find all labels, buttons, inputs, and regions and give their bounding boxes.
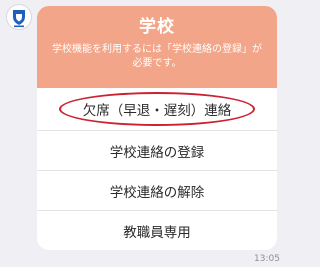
absence-contact-button[interactable]: 欠席（早退・遅刻）連絡	[37, 88, 277, 130]
message-card: 学校 学校機能を利用するには「学校連絡の登録」が必要です。 欠席（早退・遅刻）連…	[37, 6, 277, 250]
highlight-ellipse	[59, 92, 255, 126]
card-header: 学校 学校機能を利用するには「学校連絡の登録」が必要です。	[37, 6, 277, 88]
city-emblem-icon	[13, 10, 25, 28]
register-school-contact-label: 学校連絡の登録	[109, 144, 205, 161]
register-school-contact-button[interactable]: 学校連絡の登録	[37, 130, 277, 170]
cancel-school-contact-label: 学校連絡の解除	[109, 184, 205, 201]
staff-only-button[interactable]: 教職員専用	[37, 210, 277, 250]
card-title: 学校	[139, 17, 175, 37]
message-timestamp: 13:05	[254, 254, 280, 264]
card-description: 学校機能を利用するには「学校連絡の登録」が必要です。	[52, 44, 262, 69]
sender-avatar[interactable]	[6, 4, 32, 30]
cancel-school-contact-button[interactable]: 学校連絡の解除	[37, 170, 277, 210]
staff-only-label: 教職員専用	[123, 224, 191, 241]
